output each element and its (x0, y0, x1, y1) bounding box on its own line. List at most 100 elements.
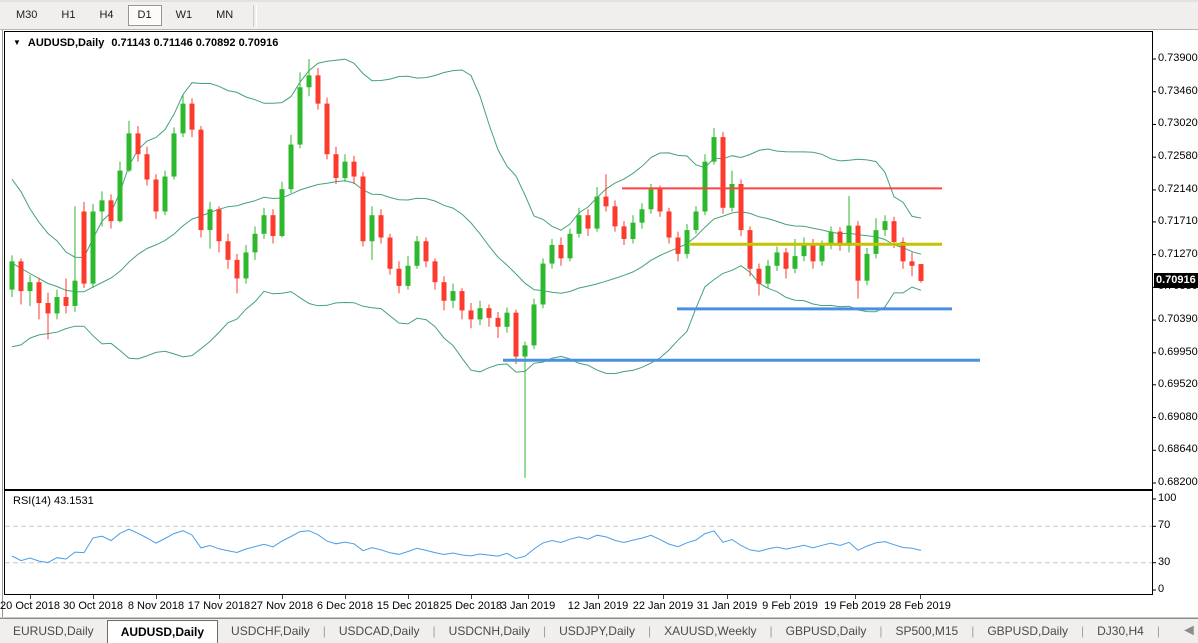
candle-body (262, 215, 267, 234)
candle-body (748, 230, 753, 269)
candle-body (73, 281, 78, 306)
candle-body (217, 209, 222, 241)
chart-dropdown-icon[interactable]: ▼ (13, 39, 21, 47)
candle-body (874, 230, 879, 254)
candle-body (496, 318, 501, 327)
candle-body (685, 230, 690, 254)
tab-usdcnh-daily[interactable]: USDCNH,Daily (436, 619, 543, 643)
chart-ohlc-values: 0.71143 0.71146 0.70892 0.70916 (111, 37, 278, 49)
candle-body (325, 104, 330, 155)
candle-body (28, 282, 33, 291)
candle-body (550, 245, 555, 264)
candle-body (91, 211, 96, 283)
candle-body (586, 215, 591, 228)
price-axis-label: 0.73020 (1158, 117, 1198, 129)
candle-body (892, 221, 897, 242)
candle-body (676, 238, 681, 254)
candle-body (793, 256, 798, 269)
candle-body (397, 269, 402, 286)
candle-body (910, 261, 915, 265)
timeframe-button-h4[interactable]: H4 (89, 5, 123, 26)
rsi-plot[interactable] (5, 491, 1153, 595)
candle-body (847, 226, 852, 246)
tab-eurusd-daily[interactable]: EURUSD,Daily (0, 619, 107, 643)
candle-body (226, 241, 231, 260)
candle-body (136, 133, 141, 154)
candle-body (253, 234, 258, 253)
tab-xauusd-weekly[interactable]: XAUUSD,Weekly (651, 619, 769, 643)
tab-usdcad-daily[interactable]: USDCAD,Daily (326, 619, 433, 643)
candle-body (595, 197, 600, 229)
tab-usdchf-daily[interactable]: USDCHF,Daily (218, 619, 323, 643)
price-axis-label: 0.72580 (1158, 150, 1198, 162)
candle-body (388, 238, 393, 269)
tab-scroll-left-button[interactable]: ◄ (1181, 622, 1197, 640)
candle-body (181, 104, 186, 134)
timeframe-button-m30[interactable]: M30 (6, 5, 47, 26)
chart-canvas[interactable] (0, 0, 1198, 643)
candle-body (784, 252, 789, 268)
tab-gbpusd-daily[interactable]: GBPUSD,Daily (773, 619, 880, 643)
candle-body (199, 130, 204, 230)
candle-body (127, 133, 132, 170)
candle-body (604, 197, 609, 207)
rsi-axis-label: 0 (1158, 583, 1164, 595)
tab-dj30-h4[interactable]: DJ30,H4 (1084, 619, 1157, 643)
toolbar-separator (253, 5, 257, 27)
candle-body (766, 266, 771, 284)
candle-body (145, 154, 150, 179)
timeframe-button-w1[interactable]: W1 (166, 5, 203, 26)
rsi-indicator-label: RSI(14) 43.1531 (13, 495, 94, 507)
price-axis-label: 0.68640 (1158, 443, 1198, 455)
candle-body (775, 252, 780, 265)
candle-body (163, 177, 168, 212)
candle-body (244, 252, 249, 278)
candle-body (919, 264, 924, 281)
tab-usdjpy-daily[interactable]: USDJPY,Daily (546, 619, 648, 643)
candle-body (55, 297, 60, 313)
timeframe-button-h1[interactable]: H1 (51, 5, 85, 26)
candle-body (532, 304, 537, 345)
main-chart-plot[interactable] (5, 32, 1153, 490)
tab-gbpusd-daily[interactable]: GBPUSD,Daily (974, 619, 1081, 643)
candle-body (307, 75, 312, 87)
price-axis-label: 0.69950 (1158, 346, 1198, 358)
tab-sp500-m15[interactable]: SP500,M15 (882, 619, 971, 643)
price-axis-label: 0.73460 (1158, 85, 1198, 97)
price-axis-label: 0.69520 (1158, 378, 1198, 390)
candle-body (361, 177, 366, 242)
candle-body (577, 215, 582, 234)
timeframe-button-mn[interactable]: MN (206, 5, 243, 26)
rsi-axis-label: 30 (1158, 556, 1170, 568)
candle-body (109, 200, 114, 221)
candle-body (334, 154, 339, 178)
candle-body (487, 308, 492, 318)
tab-audusd-daily[interactable]: AUDUSD,Daily (107, 620, 218, 643)
candle-body (424, 241, 429, 261)
price-axis-label: 0.71270 (1158, 248, 1198, 260)
chart-title: ▼ AUDUSD,Daily 0.71143 0.71146 0.70892 0… (13, 37, 278, 49)
candle-body (235, 260, 240, 279)
candle-body (658, 189, 663, 211)
candle-body (514, 313, 519, 357)
price-axis-label: 0.73900 (1158, 52, 1198, 64)
candle-body (406, 266, 411, 286)
candle-body (154, 180, 159, 212)
candle-body (460, 291, 465, 310)
tab-tech100-d[interactable]: TECH100,D (1160, 619, 1173, 643)
candle-body (433, 261, 438, 282)
candle-body (541, 264, 546, 305)
candle-body (82, 211, 87, 283)
candle-body (19, 261, 24, 291)
candle-body (415, 241, 420, 266)
candle-body (370, 215, 375, 241)
candle-body (271, 215, 276, 236)
price-axis-label: 0.69080 (1158, 411, 1198, 423)
candle-body (208, 209, 213, 230)
timeframe-button-d1[interactable]: D1 (128, 5, 162, 26)
candle-body (712, 137, 717, 162)
timeframe-toolbar: M30H1H4D1W1MN (0, 0, 1198, 30)
candle-body (280, 189, 285, 236)
candle-body (46, 303, 51, 313)
candle-body (703, 162, 708, 212)
